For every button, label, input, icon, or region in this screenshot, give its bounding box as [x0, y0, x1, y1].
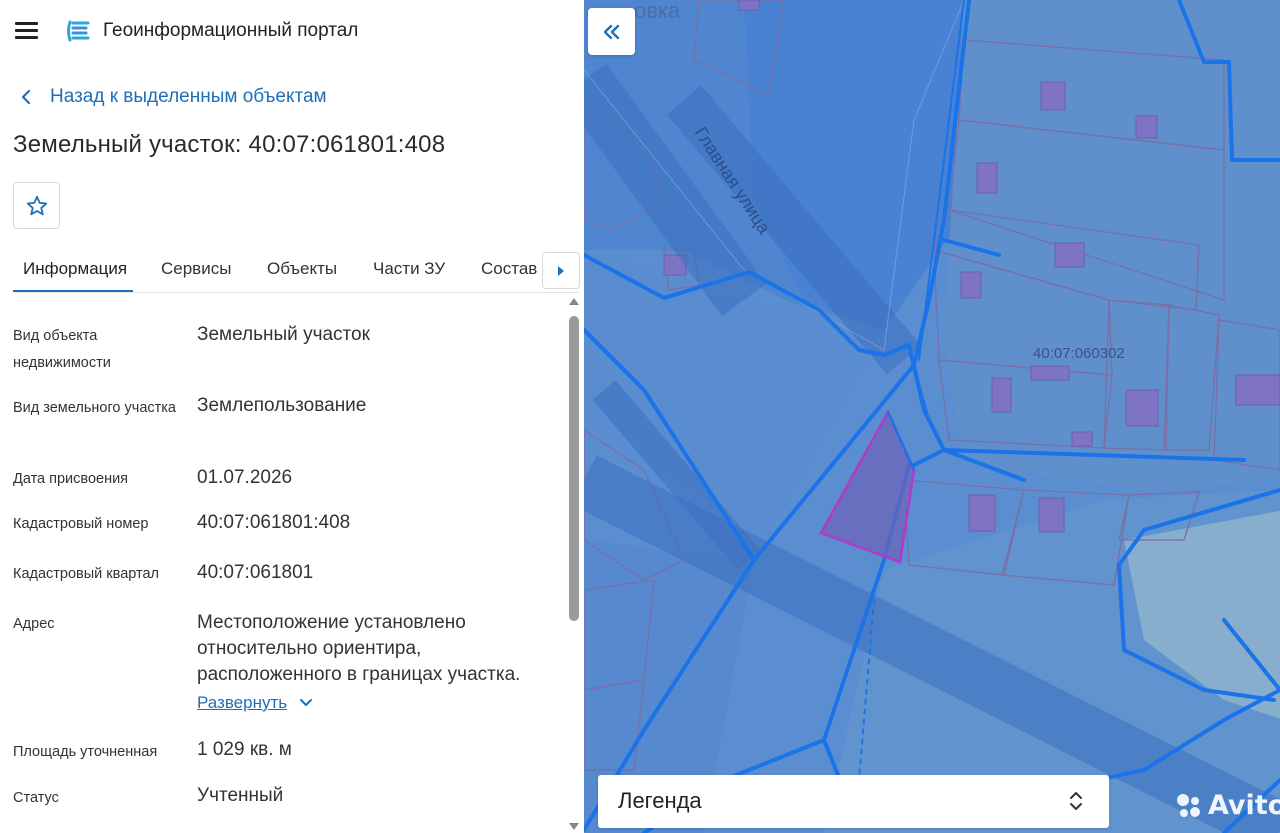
info-panel: Геоинформационный портал Назад к выделен…: [0, 0, 584, 833]
expand-label: Развернуть: [197, 693, 288, 712]
field-value-assign-date: 01.07.2026: [197, 467, 293, 488]
scrollbar-thumb[interactable]: [569, 316, 579, 621]
tab-bar: Информация Сервисы Объекты Части ЗУ Сост…: [13, 246, 580, 293]
unfold-chevrons-icon: [1070, 792, 1082, 810]
favorite-button[interactable]: [13, 182, 60, 229]
field-label-parcel-type: Вид земельного участка: [13, 400, 176, 416]
hamburger-menu-icon[interactable]: [15, 21, 39, 39]
field-value-parcel-type: Землепользование: [197, 395, 367, 416]
legend-dropdown[interactable]: Легенда: [598, 775, 1109, 828]
map-view[interactable]: овка Главная улица 40:07:060302 Легенда …: [584, 0, 1280, 833]
tab-parts[interactable]: Части ЗУ: [373, 259, 445, 279]
field-label-cadastral-number: Кадастровый номер: [13, 516, 149, 532]
scrollbar[interactable]: [566, 296, 582, 833]
chevron-down-icon: [300, 699, 313, 706]
field-label-status: Статус: [13, 790, 59, 806]
tab-information[interactable]: Информация: [23, 259, 127, 279]
field-value-cadastral-number: 40:07:061801:408: [197, 512, 351, 533]
tab-services[interactable]: Сервисы: [161, 259, 231, 279]
double-chevron-left-icon: [603, 24, 619, 39]
tab-composition[interactable]: Состав: [481, 259, 537, 279]
chevron-left-icon: [21, 89, 31, 105]
field-value-status: Учтенный: [197, 785, 284, 806]
top-bar: Геоинформационный портал: [0, 0, 584, 62]
avito-logo-icon: [1177, 793, 1200, 817]
triangle-right-icon: [558, 265, 564, 276]
cadastral-quarter-label: 40:07:060302: [1033, 345, 1125, 362]
field-value-area: 1 029 кв. м: [197, 739, 292, 760]
tabs-scroll-right-button[interactable]: [542, 252, 580, 289]
field-value-address: Местоположение установлено относительно …: [197, 612, 521, 685]
active-tab-indicator: [13, 290, 133, 292]
avito-watermark: Avito: [1174, 790, 1280, 821]
star-icon: [26, 195, 47, 215]
back-link-label: Назад к выделенным объектам: [50, 86, 327, 107]
field-label-address: Адрес: [13, 616, 55, 632]
field-value-cadastral-quarter: 40:07:061801: [197, 562, 314, 583]
collapse-panel-button[interactable]: [588, 8, 635, 55]
field-label-cadastral-quarter: Кадастровый квартал: [13, 566, 160, 582]
field-label-area: Площадь уточненная: [13, 744, 158, 760]
tab-objects[interactable]: Объекты: [267, 259, 337, 279]
field-label-object-type: Вид объекта недвижимости: [13, 328, 111, 371]
app-title: Геоинформационный портал: [103, 20, 359, 41]
back-to-selection-link[interactable]: Назад к выделенным объектам: [16, 84, 327, 110]
page-title: Земельный участок: 40:07:061801:408: [13, 131, 446, 158]
portal-logo-icon: [67, 20, 90, 42]
map-canvas[interactable]: овка Главная улица 40:07:060302: [584, 0, 1280, 833]
map-label-top: овка: [634, 0, 681, 23]
field-label-assign-date: Дата присвоения: [13, 471, 129, 487]
field-value-object-type: Земельный участок: [197, 324, 370, 345]
legend-label: Легенда: [618, 788, 702, 813]
watermark-text: Avito: [1208, 790, 1280, 821]
scroll-up-arrow-icon[interactable]: [569, 298, 579, 305]
scroll-down-arrow-icon[interactable]: [569, 823, 579, 830]
expand-address-link[interactable]: Развернуть: [197, 693, 313, 713]
